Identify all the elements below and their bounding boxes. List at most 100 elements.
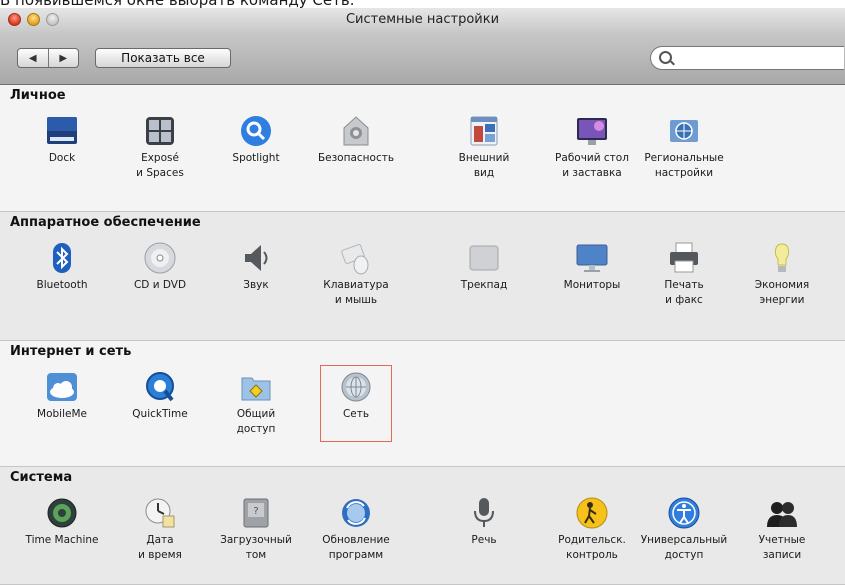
- pane-energy[interactable]: Экономия энергии: [732, 241, 832, 308]
- pane-desktop[interactable]: Рабочий стол и заставка: [542, 114, 642, 181]
- pane-label: Экономия энергии: [754, 279, 810, 306]
- pane-cd-dvd[interactable]: CD и DVD: [110, 241, 210, 293]
- pane-startup-disk[interactable]: ? Загрузочный том: [206, 496, 306, 563]
- pane-label: Рабочий стол и заставка: [555, 152, 629, 179]
- pane-printer[interactable]: Печать и факс: [634, 241, 734, 308]
- pane-label: Мониторы: [563, 279, 621, 291]
- section-title: Личное: [10, 88, 66, 103]
- energy-icon: [765, 241, 799, 275]
- system-preferences-window: Системные настройки ◀ ▶ Показать все Лич…: [0, 8, 845, 585]
- keyboard-mouse-icon: [339, 241, 373, 275]
- pane-network[interactable]: Сеть: [306, 370, 406, 422]
- search-field[interactable]: [650, 46, 844, 70]
- pane-displays[interactable]: Мониторы: [542, 241, 642, 293]
- pane-label: Bluetooth: [36, 279, 88, 291]
- pane-speech[interactable]: Речь: [434, 496, 534, 548]
- pane-keyboard-mouse[interactable]: Клавиатура и мышь: [306, 241, 406, 308]
- pane-accounts[interactable]: Учетные записи: [732, 496, 832, 563]
- sharing-icon: [239, 370, 273, 404]
- pane-bluetooth[interactable]: Bluetooth: [12, 241, 112, 293]
- cd-dvd-icon: [143, 241, 177, 275]
- security-icon: [339, 114, 373, 148]
- section-title: Система: [10, 470, 73, 485]
- pane-label: Dock: [48, 152, 76, 164]
- title-bar: Системные настройки: [0, 8, 845, 32]
- pane-label: MobileMe: [37, 408, 87, 420]
- pane-quicktime[interactable]: QuickTime: [110, 370, 210, 422]
- search-icon: [659, 51, 672, 64]
- preference-pane-row: MobileMe QuickTime Общий доступ Сеть: [0, 365, 845, 442]
- expose-icon: [143, 114, 177, 148]
- back-forward-control: ◀ ▶: [17, 48, 79, 68]
- preference-pane-row: Dock Exposé и Spaces Spotlight Безопасность…: [0, 114, 845, 179]
- pane-label: Внешний вид: [458, 152, 510, 179]
- displays-icon: [575, 241, 609, 275]
- pane-label: Exposé и Spaces: [136, 152, 184, 179]
- pane-label: Клавиатура и мышь: [323, 279, 389, 306]
- pane-label: Spotlight: [232, 152, 280, 164]
- pane-label: QuickTime: [132, 408, 188, 420]
- section-1: Личное Dock Exposé и Spaces Spotlight Безопа…: [0, 85, 845, 212]
- pane-sharing[interactable]: Общий доступ: [206, 370, 306, 437]
- software-update-icon: [339, 496, 373, 530]
- spotlight-icon: [239, 114, 273, 148]
- pane-label: Речь: [471, 534, 497, 546]
- pane-expose[interactable]: Exposé и Spaces: [110, 114, 210, 181]
- section-3: Интернет и сеть MobileMe QuickTime Общий до…: [0, 341, 845, 467]
- pane-mobileme[interactable]: MobileMe: [12, 370, 112, 422]
- international-icon: [667, 114, 701, 148]
- pane-label: Безопасность: [317, 152, 395, 164]
- date-time-icon: [143, 496, 177, 530]
- svg-text:?: ?: [253, 506, 258, 517]
- pane-date-time[interactable]: Дата и время: [110, 496, 210, 563]
- pane-trackpad[interactable]: Трекпад: [434, 241, 534, 293]
- pane-label: Дата и время: [138, 534, 182, 561]
- section-title: Интернет и сеть: [10, 344, 132, 359]
- parental-controls-icon: [575, 496, 609, 530]
- pane-label: CD и DVD: [133, 279, 187, 291]
- section-4: Система Time Machine Дата и время? Загрузоч…: [0, 467, 845, 585]
- pane-label: Родительск. контроль: [558, 534, 626, 561]
- bluetooth-icon: [45, 241, 79, 275]
- speech-icon: [467, 496, 501, 530]
- sound-icon: [239, 241, 273, 275]
- pane-label: Трекпад: [460, 279, 508, 291]
- pane-label: Обновление программ: [322, 534, 390, 561]
- section-title: Аппаратное обеспечение: [10, 215, 201, 230]
- trackpad-icon: [467, 241, 501, 275]
- pane-label: Региональные настройки: [644, 152, 724, 179]
- pane-label: Звук: [243, 279, 269, 291]
- pane-universal-access[interactable]: Универсальный доступ: [634, 496, 734, 563]
- toolbar: ◀ ▶ Показать все: [0, 32, 845, 85]
- section-2: Аппаратное обеспечение Bluetooth CD и DVD З…: [0, 212, 845, 341]
- pane-software-update[interactable]: Обновление программ: [306, 496, 406, 563]
- startup-disk-icon: ?: [239, 496, 273, 530]
- pane-label: Time Machine: [25, 534, 99, 546]
- desktop-icon: [575, 114, 609, 148]
- quicktime-icon: [143, 370, 177, 404]
- pane-label: Загрузочный том: [220, 534, 292, 561]
- pane-label: Общий доступ: [236, 408, 276, 435]
- preference-pane-row: Time Machine Дата и время? Загрузочный том…: [0, 496, 845, 561]
- pane-security[interactable]: Безопасность: [306, 114, 406, 166]
- pane-appearance[interactable]: Внешний вид: [434, 114, 534, 181]
- pane-time-machine[interactable]: Time Machine: [12, 496, 112, 548]
- pane-parental-controls[interactable]: Родительск. контроль: [542, 496, 642, 563]
- show-all-button[interactable]: Показать все: [95, 48, 231, 68]
- window-title: Системные настройки: [345, 12, 500, 27]
- pane-label: Учетные записи: [758, 534, 806, 561]
- printer-icon: [667, 241, 701, 275]
- pane-sound[interactable]: Звук: [206, 241, 306, 293]
- universal-access-icon: [667, 496, 701, 530]
- pane-label: Универсальный доступ: [640, 534, 728, 561]
- forward-button[interactable]: ▶: [49, 49, 79, 67]
- pane-spotlight[interactable]: Spotlight: [206, 114, 306, 166]
- pane-label: Сеть: [342, 408, 370, 420]
- preference-pane-row: Bluetooth CD и DVD Звук Клавиатура и мышь Тр…: [0, 241, 845, 306]
- back-button[interactable]: ◀: [18, 49, 49, 67]
- accounts-icon: [765, 496, 799, 530]
- pane-international[interactable]: Региональные настройки: [634, 114, 734, 181]
- network-icon: [339, 370, 373, 404]
- pane-label: Печать и факс: [664, 279, 704, 306]
- pane-dock[interactable]: Dock: [12, 114, 112, 166]
